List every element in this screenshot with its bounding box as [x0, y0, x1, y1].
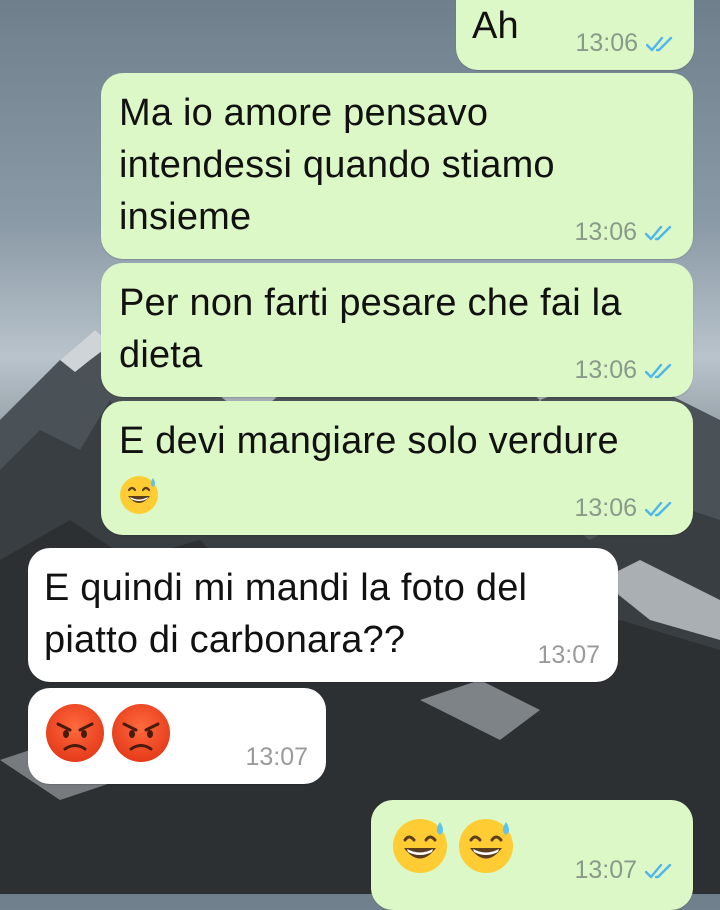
message-text: E quindi mi mandi la foto del piatto di …: [44, 567, 528, 661]
message-time: 13:07: [574, 856, 637, 884]
outgoing-message[interactable]: E devi mangiare solo verdure 13:06: [101, 401, 693, 535]
double-check-icon: [646, 36, 673, 51]
double-check-icon: [645, 363, 672, 378]
double-check-icon: [645, 863, 672, 878]
message-meta: 13:07: [574, 856, 675, 885]
incoming-message[interactable]: E quindi mi mandi la foto del piatto di …: [28, 548, 618, 682]
outgoing-message[interactable]: Per non farti pesare che fai la dieta 13…: [101, 263, 693, 397]
message-time: 13:06: [574, 356, 637, 384]
double-check-icon: [645, 225, 672, 240]
outgoing-message[interactable]: Ma io amore pensavo intendessi quando st…: [101, 73, 693, 259]
emoji-row: [44, 702, 172, 764]
angry-face-emoji: [46, 704, 104, 762]
outgoing-message[interactable]: Ah 13:06: [456, 0, 694, 70]
message-time: 13:07: [245, 743, 308, 771]
message-meta: 13:06: [574, 356, 675, 385]
message-meta: 13:07: [245, 743, 308, 772]
angry-face-emoji: [112, 704, 170, 762]
incoming-message[interactable]: 13:07: [28, 688, 326, 784]
emoji-row: [389, 814, 517, 876]
message-meta: 13:06: [575, 29, 676, 58]
sweat-smile-emoji: [459, 819, 513, 873]
message-time: 13:06: [574, 218, 637, 246]
message-time: 13:06: [575, 29, 638, 57]
sweat-smile-emoji: [393, 819, 447, 873]
message-text: E devi mangiare solo verdure: [119, 420, 619, 462]
message-meta: 13:06: [574, 494, 675, 523]
message-meta: 13:07: [537, 641, 600, 670]
message-text: Ah: [472, 5, 519, 47]
message-text: Ma io amore pensavo intendessi quando st…: [119, 92, 555, 238]
message-time: 13:06: [574, 494, 637, 522]
sweat-smile-emoji: [120, 476, 158, 514]
double-check-icon: [645, 501, 672, 516]
message-meta: 13:06: [574, 218, 675, 247]
message-time: 13:07: [537, 641, 600, 669]
